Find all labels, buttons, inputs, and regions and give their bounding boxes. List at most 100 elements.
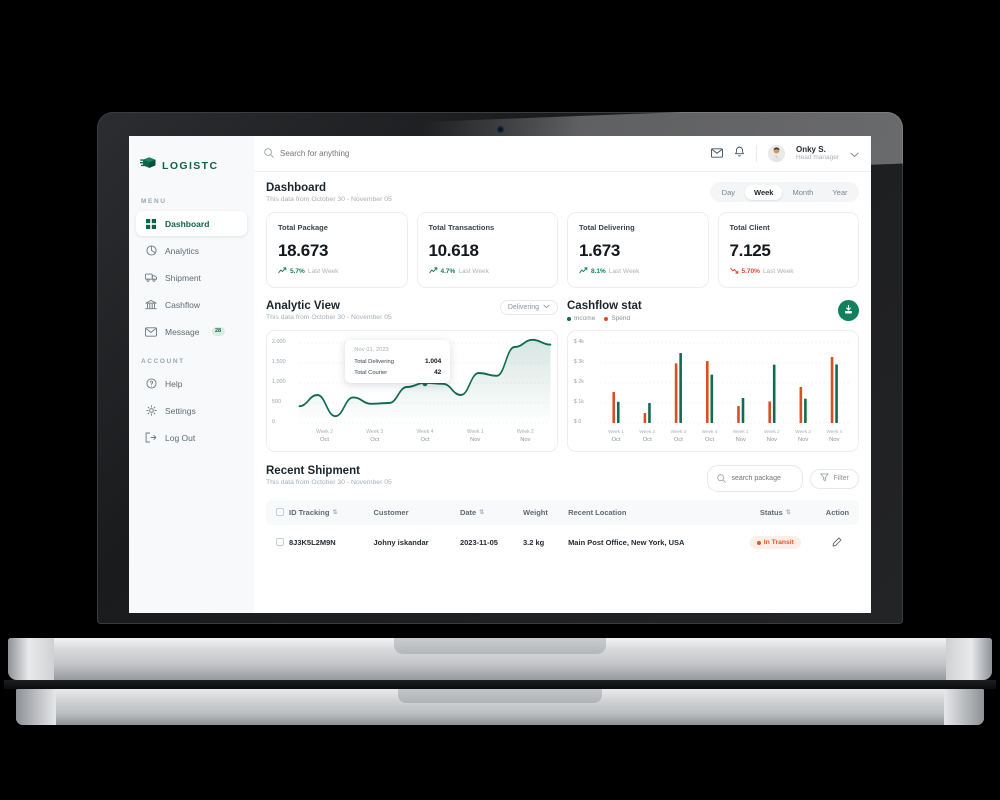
chevron-down-icon [543, 304, 550, 311]
analytic-chart[interactable]: 0 500 1.000 1.500 2.000 Week 2 Oct Week 3 Oct Wee… [266, 330, 558, 452]
download-button[interactable] [838, 300, 859, 321]
row-checkbox[interactable] [276, 538, 284, 546]
package-search-input[interactable] [731, 475, 794, 482]
range-tabs: Day Week Month Year [710, 182, 859, 202]
column-customer: Customer [373, 508, 409, 517]
status-dot [756, 540, 761, 545]
sort-icon[interactable]: ⇅ [332, 510, 337, 516]
bar-chart-svg [600, 342, 850, 424]
search-input[interactable] [280, 149, 703, 158]
brand-name: LOGISTC [162, 160, 219, 172]
legend-label: Spend [611, 315, 631, 322]
bell-icon[interactable] [734, 145, 745, 163]
column-id-tracking[interactable]: ID Tracking ⇅ [266, 500, 370, 525]
shipment-subtitle: This data from October 30 - November 05 [266, 479, 392, 486]
stat-card-title: Total Delivering [579, 223, 635, 232]
column-status[interactable]: Status ⇅ [735, 500, 816, 525]
legend-dot [567, 316, 571, 321]
envelope-icon [145, 326, 157, 338]
page-title: Dashboard [266, 182, 327, 194]
tab-year[interactable]: Year [823, 185, 856, 200]
stat-card-value: 10.618 [428, 241, 480, 260]
chevron-down-icon[interactable] [850, 145, 859, 163]
stat-card-percent: 5.70% [741, 268, 760, 275]
stat-card-delta: 4.7% Last Week [428, 267, 547, 276]
id-tracking-value: 8J3K5L2M9N [289, 538, 336, 547]
laptop-screen: LOGISTC MENU Dashboard Analytics Shipmen… [129, 136, 871, 613]
tab-week[interactable]: Week [745, 184, 783, 200]
cashflow-chart[interactable]: $ 0 $ 1k $ 2k $ 3k $ 4k Week 1 Oct Week 2 Oct Wee… [567, 330, 859, 452]
line-chart-svg [298, 338, 552, 424]
topbar-icons: Onky S. Head manager [711, 145, 859, 163]
sidebar-item-cashflow[interactable]: Cashflow [136, 292, 247, 317]
column-date[interactable]: Date ⇅ [456, 500, 519, 525]
cashflow-legend: Income Spend [567, 315, 642, 322]
pencil-icon[interactable] [832, 537, 842, 549]
legend-dot [604, 316, 609, 321]
legend-label: Income [574, 315, 596, 322]
avatar[interactable] [768, 145, 785, 162]
cell-id-tracking: 8J3K5L2M9N [266, 525, 370, 560]
cell-customer: Johny iskandar [373, 538, 429, 547]
stat-card-percent: 8.1% [591, 268, 606, 275]
sidebar: LOGISTC MENU Dashboard Analytics Shipmen… [129, 136, 254, 613]
brand-logo[interactable]: LOGISTC [129, 148, 254, 184]
shipment-title: Recent Shipment [266, 465, 360, 477]
sidebar-item-label: Message [165, 326, 200, 337]
stat-card-title: Total Transactions [428, 223, 495, 232]
shipment-tools: Filter [707, 465, 859, 492]
sidebar-item-label: Log Out [165, 432, 196, 443]
divider [756, 145, 757, 162]
tab-day[interactable]: Day [713, 185, 744, 200]
pie-chart-icon [145, 245, 157, 257]
user-name: Onky S. [796, 145, 826, 155]
analytic-subtitle: This data from October 30 - November 05 [266, 314, 392, 321]
cell-weight: 3.2 kg [523, 538, 545, 547]
sidebar-item-dashboard[interactable]: Dashboard [136, 211, 247, 236]
grid-icon [145, 218, 157, 230]
tab-month[interactable]: Month [783, 185, 822, 200]
column-label: Status [759, 508, 783, 517]
dashboard-app: LOGISTC MENU Dashboard Analytics Shipmen… [129, 136, 871, 613]
envelope-icon[interactable] [711, 145, 723, 163]
stat-card-delta: 8.1% Last Week [579, 267, 697, 276]
sidebar-item-shipment[interactable]: Shipment [136, 265, 247, 290]
column-label: Date [459, 508, 477, 517]
sidebar-item-label: Cashflow [165, 299, 200, 310]
analytic-view-header: Analytic View This data from October 30 … [266, 300, 558, 326]
sidebar-item-help[interactable]: Help [136, 371, 247, 396]
sidebar-item-analytics[interactable]: Analytics [136, 238, 247, 263]
shipment-header: Recent Shipment This data from October 3… [266, 465, 859, 492]
global-search[interactable] [264, 145, 703, 163]
stat-card-total-transactions: Total Transactions 10.618 4.7% Last Week [416, 212, 558, 288]
top-bar: Onky S. Head manager [254, 136, 871, 172]
sort-icon[interactable]: ⇅ [786, 510, 791, 516]
package-logo-icon [139, 156, 157, 176]
page-content: Dashboard This data from October 30 - No… [254, 172, 871, 613]
sidebar-item-label: Analytics [165, 245, 200, 256]
trend-up-icon [579, 267, 588, 276]
sort-icon[interactable]: ⇅ [479, 510, 484, 516]
analytic-type-select[interactable]: Delivering [499, 300, 558, 315]
sidebar-item-label: Dashboard [165, 218, 210, 229]
laptop-scene: LOGISTC MENU Dashboard Analytics Shipmen… [0, 0, 1000, 800]
main-area: Onky S. Head manager Dashboard This data… [254, 136, 871, 613]
laptop-deck-notch [394, 638, 606, 654]
table-row[interactable]: 8J3K5L2M9N Johny iskandar 2023-11-05 3.2… [266, 525, 859, 560]
stat-card-total-delivering: Total Delivering 1.673 8.1% Last Week [567, 212, 709, 288]
stat-cards: Total Package 18.673 5.7% Last Week Tota… [266, 212, 859, 288]
cell-location: Main Post Office, New York, USA [568, 538, 685, 547]
stat-card-delta: 5.7% Last Week [278, 267, 396, 276]
stat-card-period: Last Week [762, 268, 794, 275]
sidebar-item-label: Shipment [165, 272, 201, 283]
sidebar-item-message[interactable]: Message 28 [136, 319, 247, 344]
filter-button[interactable]: Filter [810, 468, 859, 489]
sidebar-section-menu: MENU [141, 198, 167, 205]
sidebar-item-logout[interactable]: Log Out [136, 425, 247, 450]
select-all-checkbox[interactable] [276, 508, 284, 516]
sidebar-item-settings[interactable]: Settings [136, 398, 247, 423]
laptop-hinge-gap [4, 680, 996, 689]
user-info[interactable]: Onky S. Head manager [796, 145, 839, 162]
package-search[interactable] [707, 465, 804, 492]
analytic-heading-group: Analytic View This data from October 30 … [266, 300, 392, 321]
